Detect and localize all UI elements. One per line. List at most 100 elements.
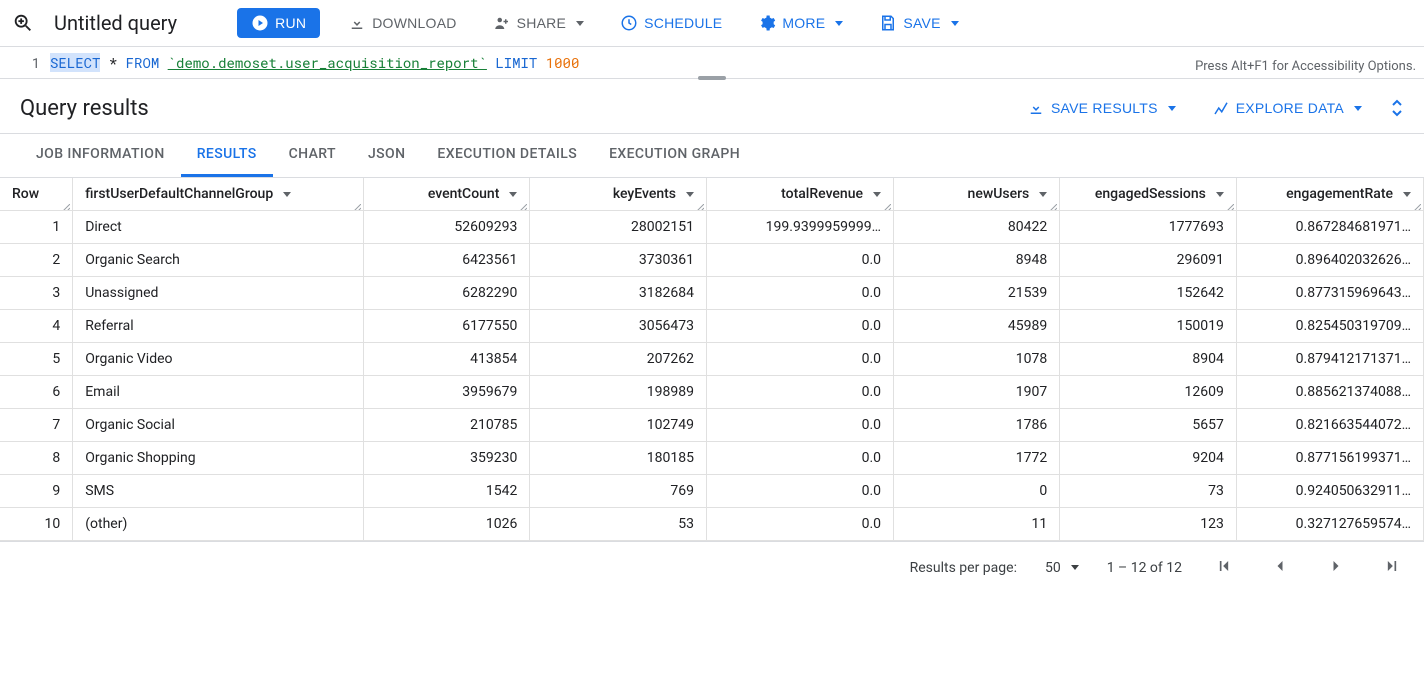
resize-icon[interactable]: [1413, 200, 1421, 208]
cell-engagementrate: 0.924050632911…: [1236, 475, 1423, 508]
cell-newusers: 1907: [894, 376, 1060, 409]
col-newusers[interactable]: newUsers: [894, 178, 1060, 211]
cell-engagedsessions: 123: [1060, 508, 1237, 541]
run-button[interactable]: RUN: [237, 8, 320, 38]
cell-totalrevenue: 0.0: [707, 343, 894, 376]
col-row[interactable]: Row: [0, 178, 73, 211]
tab-chart[interactable]: CHART: [273, 134, 352, 177]
cell-engagedsessions: 5657: [1060, 409, 1237, 442]
last-page-button[interactable]: [1378, 552, 1406, 583]
chart-icon: [1212, 99, 1230, 117]
table-row: 2Organic Search642356137303610.089482960…: [0, 244, 1424, 277]
col-totalrevenue[interactable]: totalRevenue: [707, 178, 894, 211]
tab-job-information[interactable]: JOB INFORMATION: [20, 134, 181, 177]
cell-eventcount: 6282290: [364, 277, 530, 310]
cell-eventcount: 52609293: [364, 211, 530, 244]
cell-eventcount: 210785: [364, 409, 530, 442]
cell-engagementrate: 0.825450319709…: [1236, 310, 1423, 343]
resize-icon[interactable]: [1049, 200, 1057, 208]
col-keyevents[interactable]: keyEvents: [530, 178, 707, 211]
cell-channel: (other): [73, 508, 364, 541]
tab-results[interactable]: RESULTS: [181, 134, 273, 177]
cell-engagedsessions: 296091: [1060, 244, 1237, 277]
col-channel[interactable]: firstUserDefaultChannelGroup: [73, 178, 364, 211]
cell-engagedsessions: 1777693: [1060, 211, 1237, 244]
prev-page-button[interactable]: [1266, 552, 1294, 583]
line-number: 1: [0, 47, 50, 78]
tab-execution-details[interactable]: EXECUTION DETAILS: [421, 134, 593, 177]
schedule-button[interactable]: SCHEDULE: [612, 8, 730, 38]
cell-channel: Referral: [73, 310, 364, 343]
next-page-button[interactable]: [1322, 552, 1350, 583]
cell-keyevents: 769: [530, 475, 707, 508]
cell-engagementrate: 0.885621374088…: [1236, 376, 1423, 409]
table-row: 8Organic Shopping3592301801850.017729204…: [0, 442, 1424, 475]
resize-icon[interactable]: [353, 200, 361, 208]
download-label: DOWNLOAD: [372, 15, 456, 31]
tab-json[interactable]: JSON: [352, 134, 421, 177]
caret-down-icon: [873, 192, 881, 197]
first-page-button[interactable]: [1210, 552, 1238, 583]
cell-channel: Email: [73, 376, 364, 409]
table-row: 3Unassigned628229031826840.0215391526420…: [0, 277, 1424, 310]
cell-keyevents: 3730361: [530, 244, 707, 277]
resize-icon[interactable]: [62, 200, 70, 208]
clock-icon: [620, 14, 638, 32]
cell-eventcount: 3959679: [364, 376, 530, 409]
tab-execution-graph[interactable]: EXECUTION GRAPH: [593, 134, 756, 177]
cell-engagedsessions: 12609: [1060, 376, 1237, 409]
cell-newusers: 80422: [894, 211, 1060, 244]
cell-keyevents: 180185: [530, 442, 707, 475]
cell-newusers: 11: [894, 508, 1060, 541]
cell-eventcount: 1542: [364, 475, 530, 508]
cell-engagementrate: 0.821663544072…: [1236, 409, 1423, 442]
save-results-button[interactable]: SAVE RESULTS: [1019, 93, 1184, 123]
resize-icon[interactable]: [519, 200, 527, 208]
cell-row: 10: [0, 508, 73, 541]
cell-totalrevenue: 0.0: [707, 475, 894, 508]
download-button[interactable]: DOWNLOAD: [340, 8, 464, 38]
results-title: Query results: [20, 96, 999, 121]
explore-data-button[interactable]: EXPLORE DATA: [1204, 93, 1370, 123]
toolbar: Untitled query RUN DOWNLOAD SHARE SCHEDU…: [0, 0, 1424, 47]
share-button[interactable]: SHARE: [485, 8, 592, 38]
cell-totalrevenue: 0.0: [707, 244, 894, 277]
resize-handle[interactable]: [698, 76, 726, 80]
resize-icon[interactable]: [696, 200, 704, 208]
cell-totalrevenue: 0.0: [707, 310, 894, 343]
caret-down-icon: [686, 192, 694, 197]
resize-icon[interactable]: [883, 200, 891, 208]
query-title: Untitled query: [54, 11, 177, 35]
cell-engagementrate: 0.327127659574…: [1236, 508, 1423, 541]
table-row: 9SMS15427690.00730.924050632911…: [0, 475, 1424, 508]
download-save-icon: [1027, 99, 1045, 117]
cell-totalrevenue: 0.0: [707, 409, 894, 442]
save-button[interactable]: SAVE: [871, 8, 966, 38]
more-button[interactable]: MORE: [750, 8, 851, 38]
cell-newusers: 1786: [894, 409, 1060, 442]
save-icon: [879, 14, 897, 32]
table-row: 1Direct5260929328002151199.9399959999…80…: [0, 211, 1424, 244]
cell-engagedsessions: 8904: [1060, 343, 1237, 376]
play-icon: [251, 14, 269, 32]
save-results-label: SAVE RESULTS: [1051, 100, 1158, 116]
cell-newusers: 45989: [894, 310, 1060, 343]
table-row: 10(other)1026530.0111230.327127659574…: [0, 508, 1424, 541]
cell-newusers: 21539: [894, 277, 1060, 310]
query-search-icon: [12, 12, 34, 34]
sql-editor[interactable]: 1 SELECT * FROM `demo.demoset.user_acqui…: [0, 47, 1424, 79]
expand-collapse-icon[interactable]: [1390, 99, 1404, 117]
resize-icon[interactable]: [1226, 200, 1234, 208]
col-engagedsessions[interactable]: engagedSessions: [1060, 178, 1237, 211]
col-engagementrate[interactable]: engagementRate: [1236, 178, 1423, 211]
cell-newusers: 1772: [894, 442, 1060, 475]
results-per-page-select[interactable]: 50: [1045, 560, 1079, 576]
cell-channel: Organic Shopping: [73, 442, 364, 475]
caret-down-icon: [576, 21, 584, 26]
caret-down-icon: [1216, 192, 1224, 197]
cell-row: 7: [0, 409, 73, 442]
col-eventcount[interactable]: eventCount: [364, 178, 530, 211]
cell-row: 1: [0, 211, 73, 244]
cell-engagementrate: 0.867284681971…: [1236, 211, 1423, 244]
cell-row: 9: [0, 475, 73, 508]
